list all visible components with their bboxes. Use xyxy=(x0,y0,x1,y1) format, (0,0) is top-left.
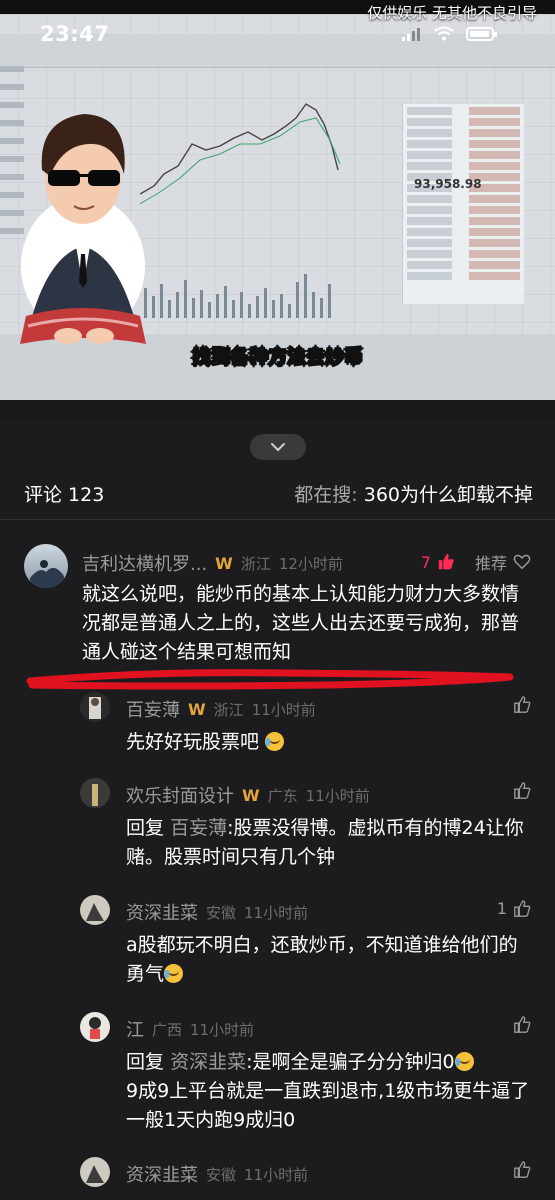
username[interactable]: 资深韭菜 xyxy=(126,899,198,925)
reply-item: 百妄薄 W 浙江 11小时前 先好好玩股票吧 xyxy=(0,690,555,770)
comment-time: 11小时前 xyxy=(244,1165,309,1184)
comment-text-content: 先好好玩股票吧 xyxy=(126,731,260,753)
collapse-button[interactable] xyxy=(250,434,306,460)
thumbs-up-icon xyxy=(514,899,531,917)
comment-text: 回复 资深韭菜:是啊全是骗子分分钟归0 9成9上平台就是一直跌到退市,1级市场更… xyxy=(126,1048,536,1135)
comment-text-continued: 9成9上平台就是一直跌到退市,1级市场更牛逼了一般1天内跑9成归0 xyxy=(126,1080,530,1131)
comment-region: 浙江 xyxy=(240,554,271,573)
search-suggestion-prefix: 都在搜: xyxy=(294,484,358,506)
status-icons xyxy=(402,26,497,41)
username[interactable]: 吉利达横机罗... xyxy=(82,550,207,576)
reply-item: 江 广西 11小时前 回复 资深韭菜:是啊全是骗子分分钟归0 9成9上平台就是一… xyxy=(0,1010,555,1150)
order-book xyxy=(402,104,524,304)
comment-text: 回复 百妄薄:股票没得博。虚拟币有的博24让你赌。股票时间只有几个钟 xyxy=(126,814,536,872)
comment-text: 先好好玩股票吧 xyxy=(126,728,526,757)
avatar[interactable] xyxy=(80,778,110,808)
comment-meta: 吉利达横机罗... W 浙江 12小时前 xyxy=(82,550,343,576)
thumbs-up-icon xyxy=(514,782,531,799)
heart-icon xyxy=(513,554,531,570)
tears-of-joy-emoji-icon xyxy=(265,732,285,751)
username[interactable]: 江 xyxy=(126,1016,144,1042)
thumbs-up-icon xyxy=(514,1161,531,1178)
creator-badge-icon: W xyxy=(215,553,233,573)
like-button[interactable]: 7 推荐 xyxy=(421,550,531,574)
reply-item: 资深韭菜 安徽 11小时前 1 a股都玩不明白，还敢炒币，不知道谁给他们的勇气 xyxy=(0,893,555,1005)
comments-header: 评论 123 都在搜: 360为什么卸载不掉 xyxy=(0,470,555,520)
candlestick-chart xyxy=(140,103,341,318)
price-readout: 93,958.98 xyxy=(414,177,482,191)
like-button[interactable] xyxy=(513,782,531,800)
comment-meta: 江 广西 11小时前 xyxy=(126,1016,254,1042)
creator-badge-icon: W xyxy=(242,785,260,805)
comment-meta: 百妄薄 W 浙江 11小时前 xyxy=(126,696,316,722)
video-player[interactable]: 93,958.98 23:47 仅供娱乐 无其他不良引导 找到各种方法去炒币 xyxy=(0,0,555,418)
recommend-label: 推荐 xyxy=(474,554,507,573)
reply-to-user[interactable]: 资深韭菜 xyxy=(170,1051,246,1073)
search-suggestion-query: 360为什么卸载不掉 xyxy=(363,484,533,506)
comment-region: 广东 xyxy=(267,786,298,805)
wifi-icon xyxy=(434,26,454,41)
thumbs-up-icon xyxy=(514,696,531,713)
video-caption: 找到各种方法去炒币 xyxy=(191,346,363,369)
thumbs-up-icon xyxy=(438,553,454,570)
comment-text: a股都玩不明白，还敢炒币，不知道谁给他们的勇气 xyxy=(126,931,526,989)
comment-region: 安徽 xyxy=(206,1165,237,1184)
comment-meta: 欢乐封面设计 W 广东 11小时前 xyxy=(126,782,370,808)
status-time: 23:47 xyxy=(40,22,110,46)
reply-item: 资深韭菜 安徽 11小时前 xyxy=(0,1155,555,1200)
avatar[interactable] xyxy=(24,544,68,588)
comment-text: 就这么说吧，能炒币的基本上认知能力财力大多数情况都是普通人之上的，这些人出去还要… xyxy=(82,583,520,663)
like-button[interactable] xyxy=(513,1016,531,1034)
like-count: 1 xyxy=(496,899,507,918)
comment-meta: 资深韭菜 安徽 11小时前 xyxy=(126,1161,308,1187)
username[interactable]: 百妄薄 xyxy=(126,696,180,722)
avatar[interactable] xyxy=(80,692,110,722)
comment-region: 安徽 xyxy=(206,903,237,922)
comment-time: 11小时前 xyxy=(244,903,309,922)
comment-time: 11小时前 xyxy=(251,700,316,719)
signal-icon xyxy=(402,27,420,41)
chevron-down-icon xyxy=(271,443,285,452)
comment-region: 浙江 xyxy=(213,700,244,719)
avatar[interactable] xyxy=(80,895,110,925)
comment-time: 11小时前 xyxy=(305,786,370,805)
like-button[interactable]: 1 xyxy=(497,899,531,918)
reply-prefix: 回复 xyxy=(126,817,165,839)
tears-of-joy-emoji-icon xyxy=(454,1052,474,1071)
comment-region: 广西 xyxy=(152,1020,183,1039)
like-button[interactable] xyxy=(513,1161,531,1179)
comment-text-content: a股都玩不明白，还敢炒币，不知道谁给他们的勇气 xyxy=(126,934,518,985)
comment-text-content: :是啊全是骗子分分钟归0 xyxy=(246,1051,455,1073)
video-watermark: 仅供娱乐 无其他不良引导 xyxy=(367,4,537,22)
avatar[interactable] xyxy=(80,1012,110,1042)
search-suggestion[interactable]: 都在搜: 360为什么卸载不掉 xyxy=(294,480,533,507)
comments-count-title: 评论 123 xyxy=(24,484,105,506)
cartoon-character-illustration xyxy=(20,114,146,344)
like-button[interactable] xyxy=(513,696,531,714)
red-underline-annotation xyxy=(26,669,514,690)
comment-time: 11小时前 xyxy=(190,1020,255,1039)
username[interactable]: 欢乐封面设计 xyxy=(126,782,234,808)
comment-meta: 资深韭菜 安徽 11小时前 xyxy=(126,899,308,925)
battery-icon xyxy=(466,26,497,41)
avatar[interactable] xyxy=(80,1157,110,1187)
username[interactable]: 资深韭菜 xyxy=(126,1161,198,1187)
tears-of-joy-emoji-icon xyxy=(164,964,184,983)
creator-badge-icon: W xyxy=(188,699,206,719)
reply-item: 欢乐封面设计 W 广东 11小时前 回复 百妄薄:股票没得博。虚拟币有的博24让… xyxy=(0,776,555,888)
reply-to-user[interactable]: 百妄薄 xyxy=(170,817,227,839)
like-count: 7 xyxy=(420,552,431,572)
reply-prefix: 回复 xyxy=(126,1051,165,1073)
comment-time: 12小时前 xyxy=(278,554,343,573)
thumbs-up-icon xyxy=(514,1016,531,1033)
